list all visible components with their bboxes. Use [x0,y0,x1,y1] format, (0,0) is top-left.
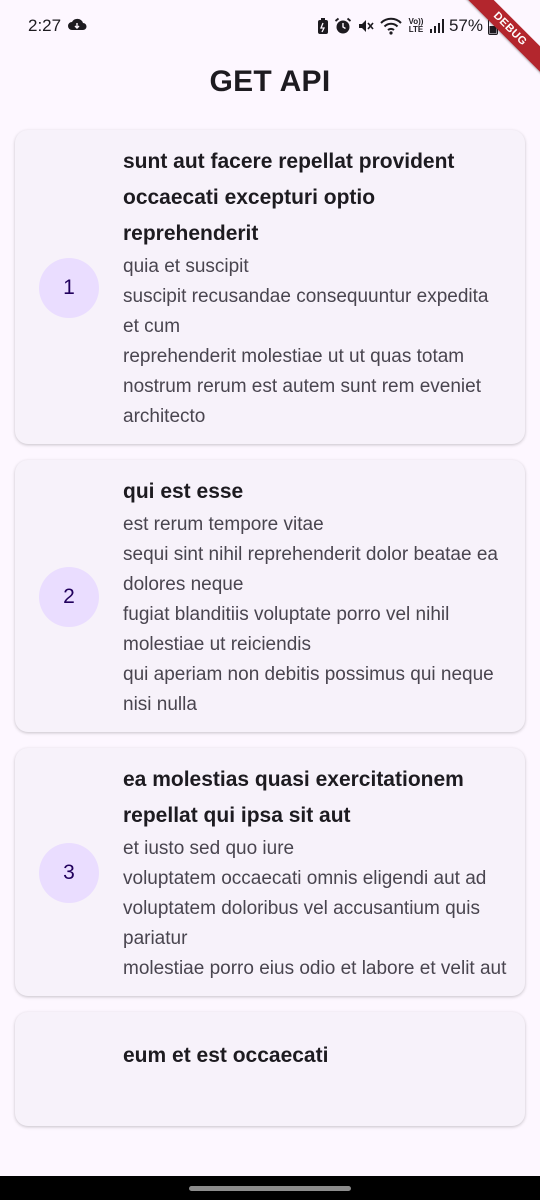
list-item-text: ea molestias quasi exercitationem repell… [123,762,509,984]
signal-icon [429,19,444,33]
list-item-text: eum et est occaecati [123,1038,509,1074]
network-label: Vo)) LTE [408,17,424,34]
status-time: 2:27 [28,16,62,35]
battery-icon [488,17,498,35]
avatar: 3 [39,843,99,903]
list-item-body: est rerum tempore vitae sequi sint nihil… [123,514,498,715]
status-left: 2:27 [28,16,87,36]
list-item[interactable]: 1 sunt aut facere repellat provident occ… [15,130,525,444]
list-item[interactable]: 2 qui est esse est rerum tempore vitae s… [15,460,525,732]
status-bar: 2:27 Vo)) LTE 57% [0,0,540,52]
navigation-bar [0,1176,540,1200]
list-item-title: ea molestias quasi exercitationem repell… [123,768,464,827]
posts-list[interactable]: 1 sunt aut facere repellat provident occ… [15,130,525,1142]
status-right: Vo)) LTE 57% [317,16,512,36]
list-item[interactable]: 4 eum et est occaecati [15,1012,525,1126]
list-item-title: eum et est occaecati [123,1044,329,1067]
alarm-icon [334,17,352,35]
list-item-title: qui est esse [123,480,244,503]
home-gesture-handle[interactable] [189,1185,351,1191]
avatar: 2 [39,567,99,627]
list-item-body: quia et suscipit suscipit recusandae con… [123,256,489,427]
list-item-title: sunt aut facere repellat provident occae… [123,150,455,245]
list-item-body: et iusto sed quo iure voluptatem occaeca… [123,838,507,979]
list-item[interactable]: 3 ea molestias quasi exercitationem repe… [15,748,525,996]
mute-icon [357,17,375,35]
list-item-text: qui est esse est rerum tempore vitae seq… [123,474,509,720]
list-item-text: sunt aut facere repellat provident occae… [123,144,509,432]
app-bar: GET API [0,52,540,112]
wifi-icon [380,17,402,35]
cloud-icon [67,16,87,36]
battery-percentage: 57% [448,16,483,35]
avatar: 1 [39,258,99,318]
page-title: GET API [209,65,331,98]
battery-saver-icon [317,17,329,35]
